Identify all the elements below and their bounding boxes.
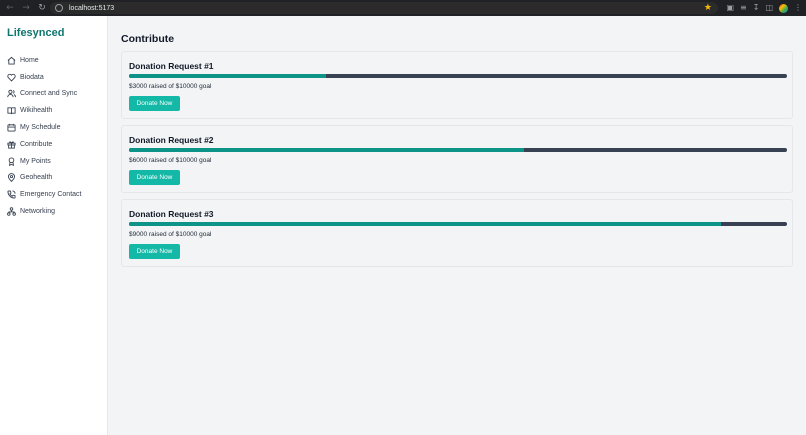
award-icon <box>7 157 16 166</box>
sidebar-item-label: My Schedule <box>20 124 61 132</box>
donate-now-button[interactable]: Donate Now <box>129 170 180 185</box>
sidebar-item-wikihealth[interactable]: Wikihealth <box>0 102 108 119</box>
sidebar-item-connect-and-sync[interactable]: Connect and Sync <box>0 86 108 103</box>
brand-logo-text[interactable]: Lifesynced <box>7 27 64 39</box>
donate-now-button[interactable]: Donate Now <box>129 244 180 259</box>
progress-bar <box>129 148 787 152</box>
sidebar-item-label: Home <box>20 56 39 64</box>
progress-bar <box>129 222 787 226</box>
donation-request-title: Donation Request #3 <box>129 209 214 219</box>
sidebar-item-label: Connect and Sync <box>20 90 78 98</box>
sidebar-item-emergency-contact[interactable]: Emergency Contact <box>0 186 108 203</box>
book-icon <box>7 106 16 115</box>
raised-amount-text: $6000 raised of $10000 goal <box>129 157 212 164</box>
sidebar-item-label: Wikihealth <box>20 107 53 115</box>
sidebar-item-label: Networking <box>20 208 56 216</box>
sidebar-item-label: Contribute <box>20 140 53 148</box>
progress-bar-fill <box>129 74 327 78</box>
download-icon[interactable]: ↧ <box>753 2 760 14</box>
sidebar-item-label: Biodata <box>20 73 44 81</box>
network-icon <box>7 207 16 216</box>
profile-avatar[interactable] <box>779 3 788 13</box>
browser-toolbar: ← → ↻ localhost:5173 ★ ▣ ≡ ↧ ◫ ⋮ <box>0 0 806 16</box>
users-icon <box>7 89 16 98</box>
extensions-icon[interactable]: ▣ <box>726 2 734 14</box>
sidebar-item-home[interactable]: Home <box>0 52 108 69</box>
split-view-icon[interactable]: ◫ <box>765 2 773 14</box>
home-icon <box>7 56 16 65</box>
menu-kebab-icon[interactable]: ⋮ <box>794 2 802 14</box>
donate-now-button[interactable]: Donate Now <box>129 96 180 111</box>
sidebar-item-label: Emergency Contact <box>20 191 82 199</box>
page-title: Contribute <box>121 33 175 45</box>
phone-icon <box>7 190 16 199</box>
sidebar-nav: Home Biodata Connect and Sync Wikihealth… <box>0 52 108 220</box>
donation-request-title: Donation Request #1 <box>129 61 214 71</box>
donation-request-card: Donation Request #2 $6000 raised of $100… <box>121 125 793 193</box>
sidebar-item-geohealth[interactable]: Geohealth <box>0 170 108 187</box>
raised-amount-text: $9000 raised of $10000 goal <box>129 231 212 238</box>
donation-request-card: Donation Request #1 $3000 raised of $100… <box>121 51 793 119</box>
sidebar-item-biodata[interactable]: Biodata <box>0 69 108 86</box>
main-content: Contribute Donation Request #1 $3000 rai… <box>108 16 806 435</box>
progress-bar-fill <box>129 222 722 226</box>
calendar-icon <box>7 123 16 132</box>
sidebar-item-contribute[interactable]: Contribute <box>0 136 108 153</box>
url-text[interactable]: localhost:5173 <box>69 5 114 12</box>
site-info-icon[interactable] <box>55 4 63 12</box>
donation-request-title: Donation Request #2 <box>129 135 214 145</box>
sidebar-item-label: Geohealth <box>20 174 53 182</box>
gift-icon <box>7 140 16 149</box>
map-pin-icon <box>7 173 16 183</box>
heart-icon <box>7 73 16 82</box>
progress-bar-fill <box>129 148 524 152</box>
back-icon[interactable]: ← <box>4 2 16 14</box>
address-bar[interactable]: localhost:5173 ★ <box>50 2 718 14</box>
donation-request-card: Donation Request #3 $9000 raised of $100… <box>121 199 793 267</box>
sidebar-item-my-schedule[interactable]: My Schedule <box>0 119 108 136</box>
sidebar: Lifesynced Home Biodata Connect and Sync… <box>0 16 108 435</box>
sidebar-item-networking[interactable]: Networking <box>0 203 108 220</box>
bookmark-star-icon[interactable]: ★ <box>704 2 712 14</box>
reload-icon[interactable]: ↻ <box>36 2 48 14</box>
raised-amount-text: $3000 raised of $10000 goal <box>129 83 212 90</box>
sidebar-item-my-points[interactable]: My Points <box>0 153 108 170</box>
translate-icon[interactable]: ≡ <box>740 2 747 14</box>
progress-bar <box>129 74 787 78</box>
forward-icon[interactable]: → <box>20 2 32 14</box>
sidebar-item-label: My Points <box>20 157 51 165</box>
